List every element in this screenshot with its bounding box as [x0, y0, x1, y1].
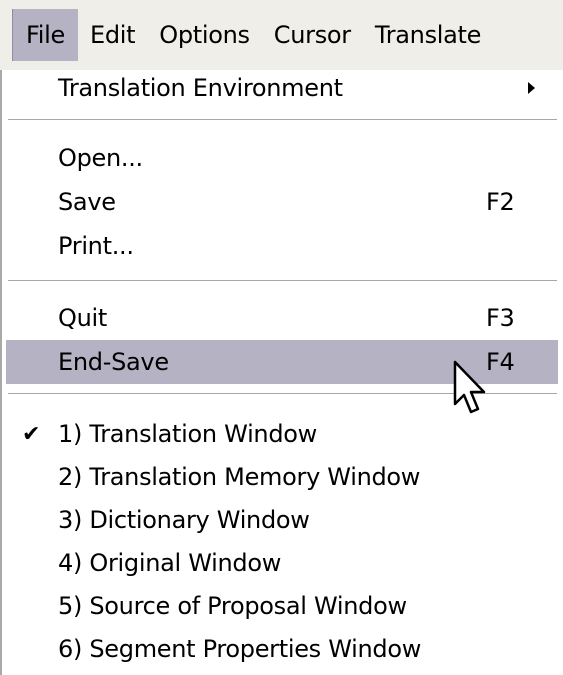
- menu-options[interactable]: Options: [147, 9, 262, 61]
- menu-item-label: 2) Translation Memory Window: [58, 463, 421, 491]
- menu-item-label: Translation Environment: [58, 74, 343, 102]
- menu-item-label: End-Save: [58, 348, 169, 376]
- menu-item-label: 5) Source of Proposal Window: [58, 592, 407, 620]
- menu-item-print[interactable]: Print...: [2, 224, 560, 268]
- menu-item-label: 3) Dictionary Window: [58, 506, 310, 534]
- menu-item-save[interactable]: Save F2: [2, 180, 560, 224]
- shortcut-label: F2: [486, 188, 515, 216]
- application-window: File Edit Options Cursor Translate Trans…: [0, 0, 563, 675]
- menu-item-window-3[interactable]: 3) Dictionary Window: [2, 498, 560, 542]
- menu-item-label: 1) Translation Window: [58, 420, 317, 448]
- menu-item-label: Save: [58, 188, 116, 216]
- mouse-pointer-icon: [453, 360, 486, 414]
- menu-item-translation-environment[interactable]: Translation Environment: [2, 66, 560, 110]
- menu-separator: [8, 280, 557, 282]
- menu-item-window-2[interactable]: 2) Translation Memory Window: [2, 455, 560, 499]
- menu-item-window-6[interactable]: 6) Segment Properties Window: [2, 627, 560, 671]
- menu-file[interactable]: File: [12, 9, 78, 61]
- menu-edit[interactable]: Edit: [78, 9, 147, 61]
- menu-cursor[interactable]: Cursor: [262, 9, 363, 61]
- menu-translate[interactable]: Translate: [363, 9, 493, 61]
- menu-item-label: Open...: [58, 144, 143, 172]
- menu-item-label: Quit: [58, 304, 107, 332]
- checkmark-icon: ✔: [22, 421, 41, 447]
- menu-item-label: 6) Segment Properties Window: [58, 635, 422, 663]
- menu-item-quit[interactable]: Quit F3: [2, 296, 560, 340]
- menu-separator: [8, 119, 557, 121]
- menu-bar: File Edit Options Cursor Translate: [0, 0, 563, 70]
- shortcut-label: F3: [486, 304, 515, 332]
- menu-item-window-4[interactable]: 4) Original Window: [2, 541, 560, 585]
- menu-item-label: Print...: [58, 232, 134, 260]
- menu-item-label: 4) Original Window: [58, 549, 282, 577]
- menu-item-window-5[interactable]: 5) Source of Proposal Window: [2, 584, 560, 628]
- submenu-arrow-icon: [528, 82, 535, 94]
- menu-item-open[interactable]: Open...: [2, 136, 560, 180]
